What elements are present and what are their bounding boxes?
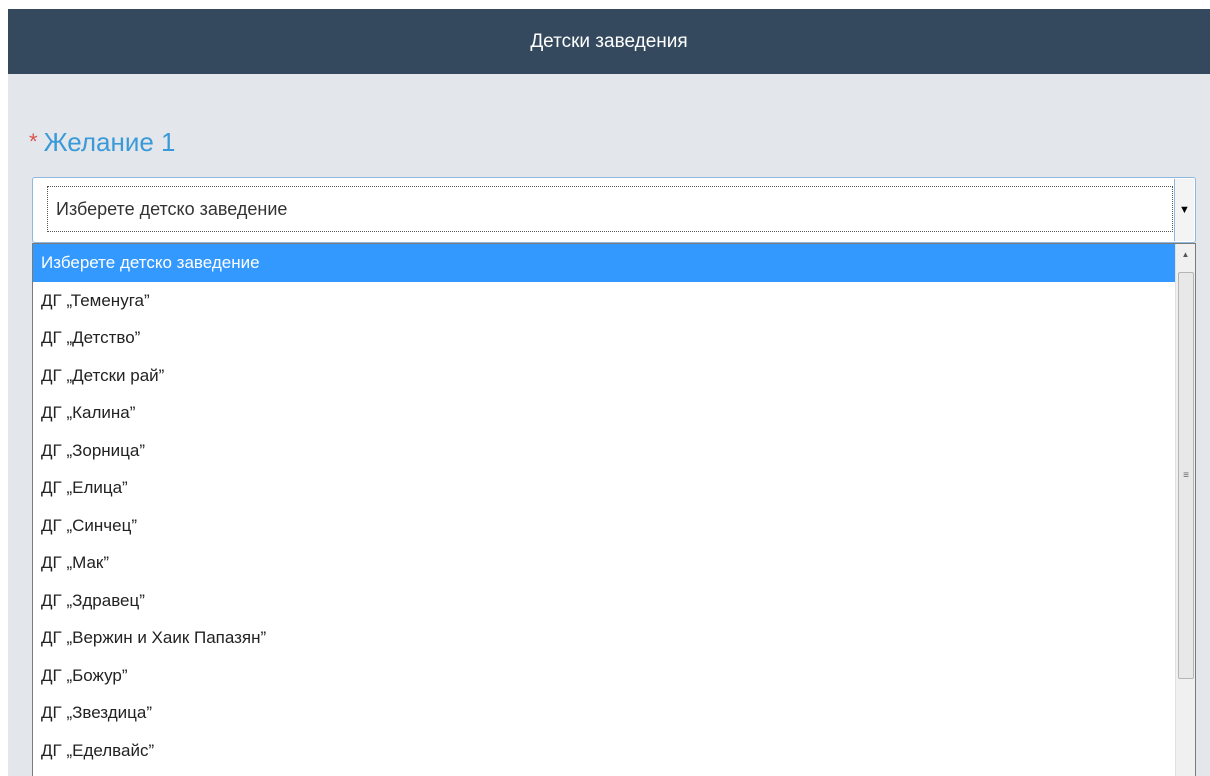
list-item[interactable]: ДГ „Здравец” xyxy=(33,582,1175,620)
chevron-down-icon[interactable]: ▼ xyxy=(1174,179,1194,241)
list-item[interactable]: ДГ „Теменуга” xyxy=(33,282,1175,320)
list-item[interactable]: ДГ „Детство” xyxy=(33,319,1175,357)
scroll-up-icon[interactable]: ▲ xyxy=(1176,244,1195,264)
required-marker: * xyxy=(29,129,38,154)
wish-label-text: Желание 1 xyxy=(43,127,176,157)
panel-header: Детски заведения xyxy=(8,9,1210,74)
list-item[interactable]: Изберете детско заведение xyxy=(33,244,1175,282)
list-item[interactable]: ДГ „Елица” xyxy=(33,469,1175,507)
panel: Детски заведения * Желание 1 Изберете дет… xyxy=(8,9,1210,776)
wish-label: * Желание 1 xyxy=(29,127,176,158)
select-value[interactable]: Изберете детско заведение xyxy=(47,186,1173,232)
grip-icon: ≡ xyxy=(1183,470,1189,481)
list-item[interactable]: ДГ „Синчец” xyxy=(33,507,1175,545)
scroll-thumb[interactable]: ≡ xyxy=(1178,272,1194,679)
list-item[interactable]: ДГ „Еделвайс” xyxy=(33,732,1175,770)
list-item[interactable]: ДГ „Звездица” xyxy=(33,694,1175,732)
list-item[interactable]: ДГ „Божур” xyxy=(33,657,1175,695)
list-item[interactable]: ДГ „Калина” xyxy=(33,394,1175,432)
panel-title: Детски заведения xyxy=(530,30,688,52)
list-item[interactable]: ДГ „Детски рай” xyxy=(33,357,1175,395)
options-list: Изберете детско заведение ДГ „Теменуга” … xyxy=(32,243,1196,776)
list-item[interactable]: ДГ „Вержин и Хаик Папазян” xyxy=(33,619,1175,657)
dropdown-scrollbar[interactable]: ▲ ≡ xyxy=(1175,244,1195,776)
kindergarten-select[interactable]: Изберете детско заведение ▼ xyxy=(32,177,1196,243)
list-item[interactable]: ДГ „Мак” xyxy=(33,544,1175,582)
list-item[interactable]: ДГ „Зорница” xyxy=(33,432,1175,470)
